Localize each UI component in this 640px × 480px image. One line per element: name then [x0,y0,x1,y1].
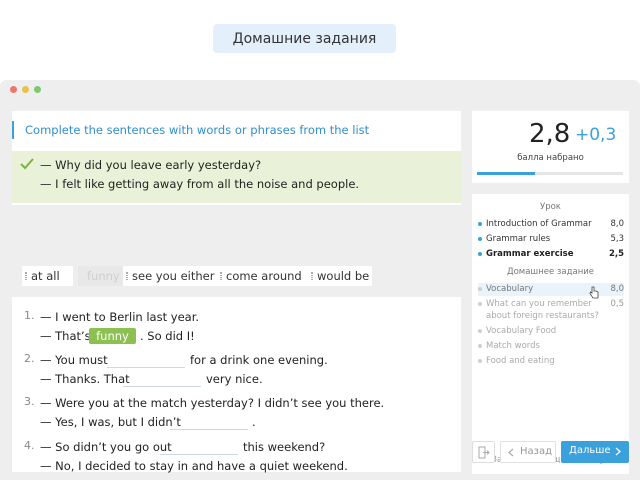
drag-handle-icon [220,272,222,280]
filled-answer-chip[interactable]: funny [89,328,136,344]
item-1-line-2-end: . So did I! [140,329,195,343]
menu-item-score: 0,5 [610,299,624,309]
bullet-icon [478,359,482,363]
score-label: балла набрано [517,153,584,163]
exit-button[interactable] [472,441,495,463]
back-button[interactable]: Назад [500,441,556,463]
menu-item-food-and-eating[interactable]: Food and eating [478,355,624,367]
window-close-icon[interactable] [10,86,17,93]
menu-item-grammar-rules[interactable]: Grammar rules 5,3 [478,233,624,245]
bullet-icon [478,237,482,241]
menu-item-grammar-exercise[interactable]: Grammar exercise 2,5 [478,248,624,260]
task-title: Complete the sentences with words or phr… [12,121,369,139]
window-titlebar [0,80,640,100]
item-2-line-2-end: very nice. [206,372,263,386]
menu-item-foreign-restaurants[interactable]: What can you remember about foreign rest… [478,298,624,322]
menu-item-introduction-of-grammar[interactable]: Introduction of Grammar 8,0 [478,218,624,230]
score-delta: +0,3 [575,125,617,145]
menu-item-label: Vocabulary Food [486,326,557,336]
lesson-menu: Урок Introduction of Grammar 8,0 Grammar… [472,194,629,474]
bullet-icon [478,252,482,256]
score-value: 2,8 [529,119,571,149]
exercise-card: 1. — I went to Berlin last year. — That’… [12,297,461,473]
exercise-pane: Complete the sentences with words or phr… [12,111,461,473]
menu-item-score: 8,0 [610,219,624,229]
word-chip-see-you-either[interactable]: see you either [123,266,221,286]
score-progress-bar [477,172,623,175]
menu-item-label: Food and eating [486,356,555,366]
menu-item-score: 8,0 [610,284,624,294]
example-line-2: — I felt like getting away from all the … [40,177,360,191]
word-chip-label: funny [87,269,120,283]
bullet-icon [478,287,482,291]
hand-cursor-icon [589,286,599,299]
next-button[interactable]: Дальше [561,441,629,463]
word-chip-would-be[interactable]: would be [308,266,372,286]
word-chip-label: come around [226,269,302,283]
back-button-label: Назад [520,446,553,457]
menu-item-vocabulary-food[interactable]: Vocabulary Food [478,325,624,337]
exit-icon [478,446,490,459]
menu-item-label: Grammar rules [486,234,551,244]
answer-blank[interactable] [123,371,201,387]
example-box: — Why did you leave early yesterday? — I… [12,151,461,203]
example-line-1: — Why did you leave early yesterday? [40,158,262,172]
item-number: 3. [24,395,35,408]
word-chip-come-around[interactable]: come around [217,266,311,286]
score-progress-fill [477,172,536,175]
word-chip-funny: funny [78,266,126,286]
answer-blank[interactable] [107,352,185,368]
word-chip-label: would be [317,269,370,283]
word-bank: at all funny see you either come around … [12,262,461,292]
menu-item-score: 2,5 [608,249,624,259]
word-chip-label: see you either [132,269,215,283]
chevron-left-icon [508,448,514,457]
item-1-line-1: — I went to Berlin last year. [40,310,200,324]
answer-blank[interactable] [170,414,248,430]
answer-blank[interactable] [160,439,238,455]
window-minimize-icon[interactable] [22,86,29,93]
page-header-badge: Домашние задания [213,24,396,53]
item-4-line-2: — No, I decided to stay in and have a qu… [40,459,348,473]
item-3-line-2-end: . [252,415,256,429]
item-4-line-1-end: this weekend? [243,440,326,454]
menu-item-score: 5,3 [610,234,624,244]
app-window: Complete the sentences with words or phr… [0,80,640,480]
word-chip-label: at all [31,269,60,283]
menu-item-label: Match words [486,341,540,351]
item-2-line-2-start: — Thanks. That [40,372,130,386]
item-1-line-2-start: — That’s [40,329,91,343]
homework-section-title: Домашнее задание [506,267,595,277]
menu-item-label: Grammar exercise [486,249,574,259]
score-card: 2,8 +0,3 балла набрано [472,111,629,183]
menu-item-label: What can you remember [486,299,592,309]
drag-handle-icon [126,272,128,280]
window-maximize-icon[interactable] [34,86,41,93]
item-number: 2. [24,352,35,365]
menu-item-label-line-2: about foreign restaurants? [486,311,600,321]
item-3-line-1: — Were you at the match yesterday? I did… [40,396,385,410]
check-icon [20,158,34,170]
menu-item-label: Vocabulary [486,284,534,294]
item-number: 4. [24,439,35,452]
bullet-icon [478,222,482,226]
item-4-line-1-start: — So didn’t you go out [40,440,172,454]
bullet-icon [478,329,482,333]
item-2-line-1-start: — You must [40,353,108,367]
menu-item-match-words[interactable]: Match words [478,340,624,352]
chevron-right-icon [615,447,621,456]
task-card: Complete the sentences with words or phr… [12,111,461,205]
bullet-icon [478,302,482,306]
next-button-label: Дальше [569,445,611,456]
item-2-line-1-end: for a drink one evening. [190,353,328,367]
item-3-line-2-start: — Yes, I was, but I didn’t [40,415,181,429]
menu-item-label: Introduction of Grammar [486,219,592,229]
menu-item-vocabulary[interactable]: Vocabulary 8,0 [478,283,624,296]
lesson-section-title: Урок [540,202,561,212]
word-chip-at-all[interactable]: at all [22,266,73,286]
item-number: 1. [24,309,35,322]
drag-handle-icon [25,272,27,280]
drag-handle-icon [311,272,313,280]
bullet-icon [478,344,482,348]
